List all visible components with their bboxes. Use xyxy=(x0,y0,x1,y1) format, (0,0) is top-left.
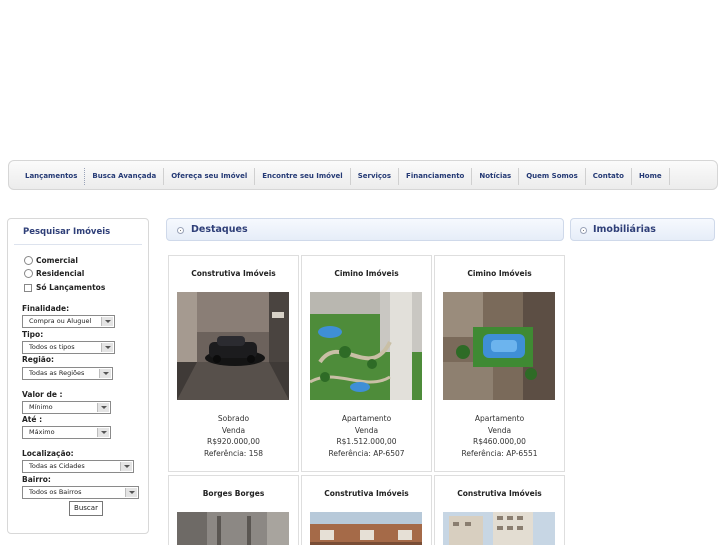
listing-photo[interactable] xyxy=(310,512,422,545)
nav-item-lancamentos[interactable]: Lançamentos xyxy=(18,168,86,185)
localizacao-select[interactable]: Todas as Cidades xyxy=(22,460,134,473)
condo-garden-photo xyxy=(310,292,422,400)
listing-photo[interactable] xyxy=(443,512,555,545)
listing-price: R$920.000,00 xyxy=(207,437,260,446)
finalidade-label: Finalidade: xyxy=(22,304,70,313)
imobiliarias-title: Imobiliárias xyxy=(593,224,656,235)
chevron-down-icon xyxy=(99,369,111,378)
nav-item-ofereca-imovel[interactable]: Ofereça seu Imóvel xyxy=(164,168,256,185)
valor-de-select[interactable]: Mínimo xyxy=(22,401,111,414)
chevron-down-icon xyxy=(101,317,113,326)
bairro-value: Todos os Bairros xyxy=(29,488,82,496)
pool-aerial-photo xyxy=(443,292,555,400)
destaques-title: Destaques xyxy=(191,224,248,235)
listing-type: Apartamento xyxy=(341,414,392,423)
lancamentos-checkbox[interactable] xyxy=(24,283,32,292)
tipo-label: Tipo: xyxy=(22,330,44,339)
search-panel: Pesquisar Imóveis Comercial Residencial … xyxy=(7,218,149,534)
tipo-select[interactable]: Todos os tipos xyxy=(22,341,115,354)
listing-info: Apartamento Venda R$1.512.000,00 Referên… xyxy=(302,413,431,459)
listing-photo[interactable] xyxy=(177,292,289,400)
finalidade-value: Compra ou Aluguel xyxy=(29,317,92,325)
divider xyxy=(14,244,142,245)
listing-deal: Venda xyxy=(487,425,512,435)
listing-photo[interactable] xyxy=(443,292,555,400)
listing-card[interactable]: Cimino Imóveis Apartamento Venda R$460.0… xyxy=(434,255,565,472)
valor-de-value: Mínimo xyxy=(29,403,53,411)
listing-deal: Venda xyxy=(354,425,379,435)
search-panel-title: Pesquisar Imóveis xyxy=(23,227,111,237)
ate-value: Máximo xyxy=(29,428,55,436)
listing-card[interactable]: Borges Borges xyxy=(168,475,299,545)
nav-item-quem-somos[interactable]: Quem Somos xyxy=(519,168,586,185)
regiao-select[interactable]: Todas as Regiões xyxy=(22,367,113,380)
chevron-down-icon xyxy=(97,403,109,412)
option-lancamentos[interactable]: Só Lançamentos xyxy=(24,283,105,292)
residencial-label: Residencial xyxy=(36,269,85,278)
listing-agency: Construtiva Imóveis xyxy=(457,489,542,498)
listing-deal: Venda xyxy=(221,425,246,435)
listing-card[interactable]: Construtiva Imóveis Sobrado Venda R$920.… xyxy=(168,255,299,472)
ate-select[interactable]: Máximo xyxy=(22,426,111,439)
listing-photo[interactable] xyxy=(177,512,289,545)
listing-info: Apartamento Venda R$460.000,00 Referênci… xyxy=(435,413,564,459)
regiao-label: Região: xyxy=(22,355,55,364)
listing-price: R$1.512.000,00 xyxy=(336,437,397,446)
chevron-down-icon xyxy=(97,428,109,437)
finalidade-select[interactable]: Compra ou Aluguel xyxy=(22,315,115,328)
page: Lançamentos Busca Avançada Ofereça seu I… xyxy=(0,0,727,545)
listing-card[interactable]: Construtiva Imóveis xyxy=(434,475,565,545)
comercial-label: Comercial xyxy=(36,256,78,265)
apartment-tower-photo xyxy=(443,512,555,545)
nav-item-servicos[interactable]: Serviços xyxy=(351,168,400,185)
listing-reference: Referência: AP-6551 xyxy=(461,448,538,458)
localizacao-value: Todas as Cidades xyxy=(29,462,85,470)
destaques-header: Destaques xyxy=(166,218,564,241)
nav-item-financiamento[interactable]: Financiamento xyxy=(399,168,473,185)
garage-photo xyxy=(177,292,289,400)
option-residencial[interactable]: Residencial xyxy=(24,269,84,278)
listing-reference: Referência: 158 xyxy=(203,448,264,458)
nav-item-busca-avancada[interactable]: Busca Avançada xyxy=(85,168,165,185)
nav-item-contato[interactable]: Contato xyxy=(586,168,632,185)
chevron-down-icon xyxy=(125,488,137,497)
listing-reference: Referência: AP-6507 xyxy=(328,448,405,458)
listing-agency: Construtiva Imóveis xyxy=(324,489,409,498)
listing-agency: Cimino Imóveis xyxy=(467,269,532,278)
chevron-down-icon xyxy=(120,462,132,471)
building-photo xyxy=(177,512,289,545)
regiao-value: Todas as Regiões xyxy=(29,369,85,377)
listing-agency: Borges Borges xyxy=(202,489,265,498)
imobiliarias-header: Imobiliárias xyxy=(570,218,715,241)
residencial-radio[interactable] xyxy=(24,269,33,278)
listing-card[interactable]: Construtiva Imóveis xyxy=(301,475,432,545)
listing-info: Sobrado Venda R$920.000,00 Referência: 1… xyxy=(169,413,298,459)
ate-label: Até : xyxy=(22,415,43,424)
tipo-value: Todos os tipos xyxy=(29,343,75,351)
bairro-label: Bairro: xyxy=(22,475,51,484)
listing-type: Apartamento xyxy=(474,414,525,423)
chevron-down-icon xyxy=(101,343,113,352)
localizacao-label: Localização: xyxy=(22,449,74,458)
nav-item-noticias[interactable]: Notícias xyxy=(472,168,520,185)
main-nav: Lançamentos Busca Avançada Ofereça seu I… xyxy=(8,160,718,190)
nav-item-home[interactable]: Home xyxy=(632,168,670,185)
buscar-button[interactable]: Buscar xyxy=(69,501,103,516)
listing-card[interactable]: Cimino Imóveis Apartamento Venda R$1.512… xyxy=(301,255,432,472)
bairro-select[interactable]: Todos os Bairros xyxy=(22,486,139,499)
bullet-icon xyxy=(580,227,587,234)
nav-item-encontre-imovel[interactable]: Encontre seu Imóvel xyxy=(255,168,351,185)
house-photo xyxy=(310,512,422,545)
listing-agency: Construtiva Imóveis xyxy=(191,269,276,278)
option-comercial[interactable]: Comercial xyxy=(24,256,78,265)
listing-photo[interactable] xyxy=(310,292,422,400)
bullet-icon xyxy=(177,227,184,234)
lancamentos-label: Só Lançamentos xyxy=(36,283,106,292)
listing-type: Sobrado xyxy=(217,414,250,423)
valor-de-label: Valor de : xyxy=(22,390,63,399)
listing-agency: Cimino Imóveis xyxy=(334,269,399,278)
nav-items: Lançamentos Busca Avançada Ofereça seu I… xyxy=(18,168,670,185)
listing-price: R$460.000,00 xyxy=(473,437,526,446)
comercial-radio[interactable] xyxy=(24,256,33,265)
